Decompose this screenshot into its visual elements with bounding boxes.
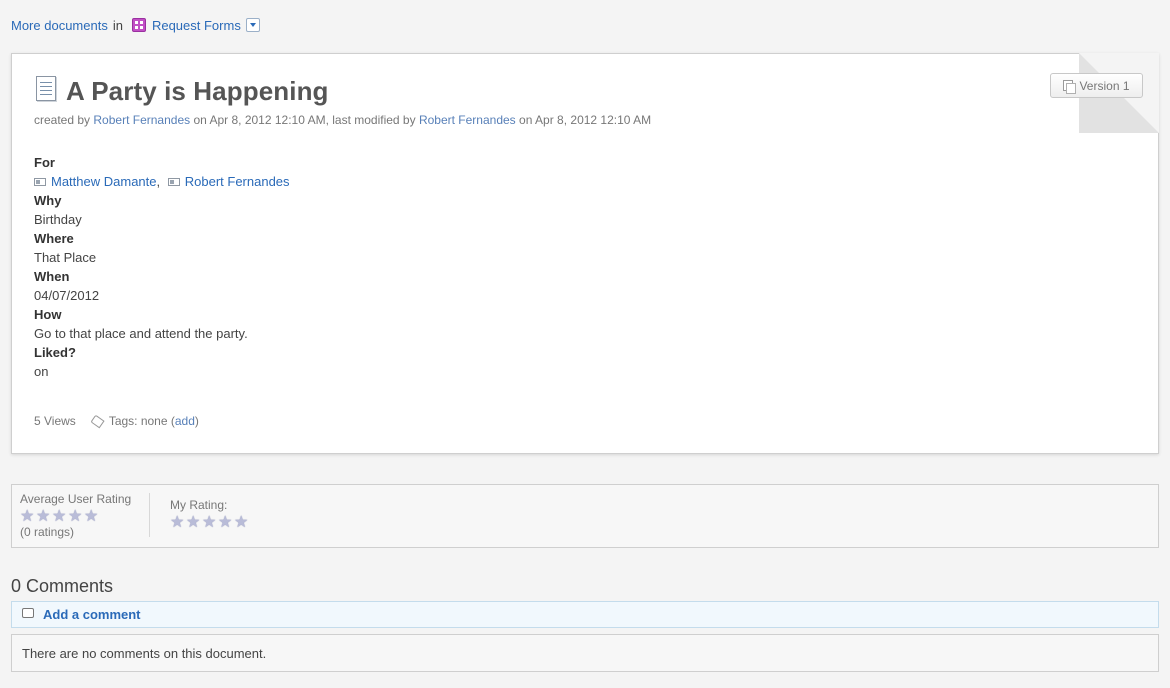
average-rating-stars: ★ ★ ★ ★ ★	[20, 506, 131, 525]
tags-close: )	[194, 414, 199, 428]
place-dropdown-button[interactable]	[245, 18, 260, 32]
add-comment-link[interactable]: Add a comment	[43, 607, 141, 622]
average-rating-count: (0 ratings)	[20, 525, 75, 539]
star-icon: ★	[20, 506, 35, 525]
my-rating-label: My Rating:	[170, 498, 228, 512]
comments-title: 0 Comments	[11, 576, 114, 596]
star-icon[interactable]: ★	[202, 514, 218, 530]
average-rating-label: Average User Rating	[20, 492, 132, 506]
field-value-how: Go to that place and attend the party.	[34, 326, 248, 341]
star-icon: ★	[52, 506, 67, 525]
user-card-icon	[34, 178, 46, 186]
field-value-liked: on	[34, 364, 49, 379]
field-label-for: For	[34, 155, 55, 170]
people-separator: ,	[156, 174, 161, 189]
my-rating: My Rating: ★ ★ ★ ★ ★	[170, 498, 250, 531]
request-forms-icon	[131, 18, 146, 32]
my-rating-stars: ★ ★ ★ ★ ★	[170, 514, 250, 530]
version-icon	[1063, 80, 1077, 94]
document-card: A Party is Happening Version 1 created b…	[11, 53, 1159, 454]
document-meta: created by Robert Fernandes on Apr 8, 20…	[34, 113, 651, 127]
breadcrumb-in-text: in	[112, 17, 123, 33]
tags-text: Tags: none (	[108, 414, 175, 428]
field-label-when: When	[34, 269, 70, 284]
breadcrumb: More documents in Request Forms	[11, 16, 260, 34]
modifier-link[interactable]: Robert Fernandes	[419, 113, 516, 127]
more-documents-link[interactable]: More documents	[11, 18, 108, 33]
star-icon: ★	[68, 506, 83, 525]
creator-link[interactable]: Robert Fernandes	[93, 113, 190, 127]
tag-icon	[90, 414, 105, 428]
field-label-why: Why	[34, 193, 62, 208]
person-link-robert[interactable]: Robert Fernandes	[185, 174, 290, 189]
star-icon: ★	[84, 506, 99, 525]
rating-divider	[149, 493, 150, 537]
version-button[interactable]: Version 1	[1050, 73, 1143, 98]
star-icon[interactable]: ★	[218, 514, 234, 530]
document-icon	[36, 76, 56, 101]
field-label-where: Where	[34, 231, 74, 246]
version-label: Version 1	[1079, 78, 1130, 93]
field-value-when: 04/07/2012	[34, 288, 100, 303]
field-value-for: Matthew Damante, Robert Fernandes	[34, 172, 290, 191]
rating-panel: Average User Rating ★ ★ ★ ★ ★ (0 ratings) My…	[11, 484, 1159, 548]
request-forms-link[interactable]: Request Forms	[152, 18, 241, 33]
chevron-down-icon	[249, 23, 256, 27]
document-footer: 5 Views Tags: none (add)	[34, 414, 199, 428]
person-link-matthew[interactable]: Matthew Damante	[51, 174, 157, 189]
meta-created-prefix: created by	[34, 113, 91, 127]
add-tag-link[interactable]: add	[175, 414, 195, 428]
star-icon: ★	[36, 506, 51, 525]
star-icon[interactable]: ★	[170, 514, 186, 530]
view-count: 5 Views	[34, 414, 76, 428]
meta-modified-on: on Apr 8, 2012 12:10 AM	[519, 113, 652, 127]
star-icon[interactable]: ★	[186, 514, 202, 530]
field-value-where: That Place	[34, 250, 97, 265]
star-icon[interactable]: ★	[234, 514, 250, 530]
user-card-icon	[167, 178, 180, 186]
comment-bubble-icon	[22, 607, 34, 618]
average-rating: Average User Rating ★ ★ ★ ★ ★ (0 ratings)	[20, 492, 131, 539]
field-label-liked: Liked?	[34, 345, 76, 360]
form-fields: For Matthew Damante, Robert Fernandes Wh…	[34, 153, 290, 381]
field-value-why: Birthday	[34, 212, 82, 227]
document-title: A Party is Happening	[66, 76, 329, 106]
add-comment-bar[interactable]: Add a comment	[11, 601, 1159, 628]
field-label-how: How	[34, 307, 62, 322]
meta-created-on: on Apr 8, 2012 12:10 AM, last modified b…	[193, 113, 416, 127]
no-comments-message: There are no comments on this document.	[11, 634, 1159, 672]
